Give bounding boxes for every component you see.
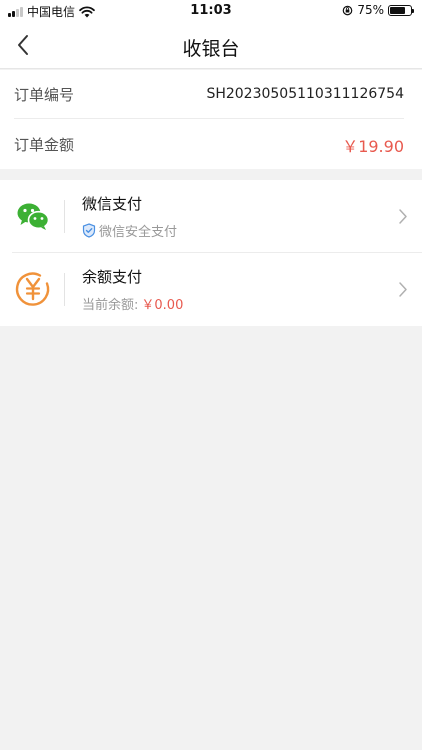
- payment-methods-card: 微信支付 微信安全支付 余额支付 当前余额: ￥0.00: [0, 180, 422, 326]
- page-title: 收银台: [182, 38, 240, 60]
- payment-sub-wechat: 微信安全支付: [82, 221, 177, 240]
- balance-label: 当前余额:: [82, 298, 139, 313]
- status-right: 75%: [342, 3, 414, 17]
- order-number-row: 订单编号 SH20230505110311126754: [14, 70, 404, 119]
- divider: [64, 200, 65, 233]
- chevron-right-icon: [399, 282, 407, 297]
- payment-sub-text-wechat: 微信安全支付: [99, 225, 178, 240]
- order-info-card: 订单编号 SH20230505110311126754 订单金额 ￥19.90: [0, 70, 422, 169]
- battery-fill: [390, 6, 405, 14]
- payment-name-wechat: 微信支付: [82, 195, 143, 213]
- order-number-value: SH20230505110311126754: [206, 86, 404, 102]
- balance-value: ￥0.00: [141, 298, 184, 313]
- order-number-label: 订单编号: [14, 85, 75, 104]
- battery-percent: 75%: [357, 3, 384, 17]
- payment-option-balance[interactable]: 余额支付 当前余额: ￥0.00: [0, 253, 422, 326]
- wechat-icon: [17, 203, 50, 230]
- payment-name-balance: 余额支付: [82, 268, 143, 286]
- chevron-right-icon: [399, 209, 407, 224]
- payment-sub-balance: 当前余额: ￥0.00: [82, 294, 183, 313]
- battery-icon: [388, 4, 414, 16]
- payment-option-wechat[interactable]: 微信支付 微信安全支付: [0, 180, 422, 253]
- status-bar: 中国电信 11:03 75%: [0, 0, 422, 22]
- order-amount-label: 订单金额: [14, 136, 75, 154]
- divider: [64, 273, 65, 306]
- shield-icon: [82, 223, 96, 238]
- rotation-lock-icon: [343, 5, 353, 15]
- yen-coin-icon: [15, 272, 50, 306]
- order-amount-value: ￥19.90: [342, 136, 404, 156]
- order-amount-row: 订单金额 ￥19.90: [14, 120, 404, 169]
- nav-bar: 收银台: [0, 22, 422, 69]
